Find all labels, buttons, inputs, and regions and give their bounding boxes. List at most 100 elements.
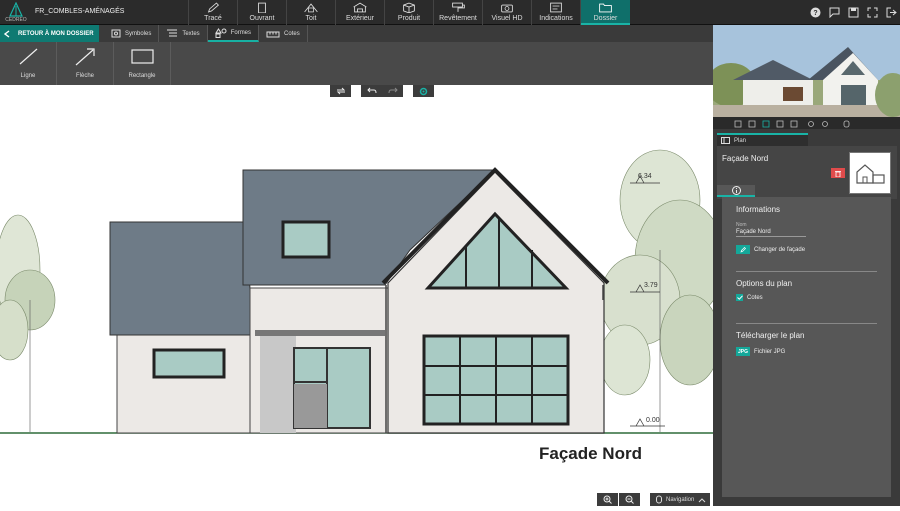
tool-fleche[interactable]: Flèche [57,42,114,85]
box-icon [403,2,415,13]
zoom-in-button[interactable] [597,493,618,506]
plan-icon [721,137,730,144]
preview-toolbar [713,117,900,129]
paint-roller-icon [452,2,465,12]
roof-icon [304,3,318,13]
zoom-out-icon [625,495,634,504]
line-icon [19,48,38,65]
undo-icon [366,87,376,94]
options-title: Options du plan [736,279,793,288]
name-label: Nom [736,222,747,228]
undo-button[interactable] [361,85,382,97]
pencil-icon [207,2,220,13]
divider [736,323,877,324]
menu-item-produit[interactable]: Produit [384,0,433,25]
tree-right [599,149,726,432]
drawing-canvas[interactable]: 6.34 3.79 0.00 [0,85,726,506]
ruler-icon [266,31,280,37]
zoom-out-button[interactable] [619,493,640,506]
zoom-controls [597,493,640,506]
level-label-top: 6.34 [638,173,652,180]
help-icon[interactable]: ? [806,4,824,22]
download-title: Télécharger le plan [736,331,805,340]
back-to-folder-button[interactable]: RETOUR À MON DOSSIER [0,25,99,42]
chevron-up-icon [699,497,706,502]
menu-item-indications[interactable]: Indications [531,0,580,25]
menu-item-dossier[interactable]: Dossier [580,0,630,25]
jpg-file-icon: JPG [736,347,750,356]
checkbox-checked-icon [736,294,743,301]
level-label-middle: 3.79 [644,282,658,289]
cotes-checkbox[interactable]: Cotes [736,294,763,301]
chat-icon[interactable] [825,4,843,22]
fence-icon [353,2,367,13]
edit-icon [736,245,750,254]
right-panel: Plan Façade Nord Informations Nom Façade… [713,25,900,506]
tab-symboles[interactable]: Symboles [104,25,160,42]
tab-plan[interactable]: Plan [717,133,808,146]
info-icon [731,185,741,195]
menu-item-ouvrant[interactable]: Ouvrant [237,0,286,25]
indications-icon [550,2,562,13]
zoom-in-icon [603,495,612,504]
arrow-icon [75,48,95,66]
house-outline-icon [856,164,885,184]
tab-formes[interactable]: Formes [207,25,260,42]
3d-preview[interactable] [713,25,900,117]
mouse-icon [656,495,662,504]
text-icon [167,29,178,37]
delete-plan-button[interactable] [831,168,845,178]
plan-info-panel: Informations Nom Façade Nord Changer de … [722,197,891,497]
informations-title: Informations [736,205,781,214]
plan-name-field[interactable]: Façade Nord [736,229,806,237]
swap-button[interactable] [330,85,351,97]
swap-icon [336,87,345,95]
cedreo-logo[interactable]: CEDREO [2,1,30,24]
shape-tools: Ligne Flèche Rectangle [0,42,713,85]
symbols-icon [111,29,121,38]
left-wing [109,221,254,434]
download-jpg-button[interactable]: JPG Fichier JPG [736,347,785,356]
preview-controls[interactable] [713,118,900,130]
redo-button[interactable] [382,85,403,97]
folder-icon [599,3,612,13]
logo-text: CEDREO [5,17,27,23]
plan-thumbnail[interactable] [849,152,891,194]
gear-icon [419,87,428,95]
settings-button[interactable] [413,85,434,97]
tool-ligne[interactable]: Ligne [0,42,57,85]
project-name: FR_COMBLES-AMÉNAGÉS [35,8,125,15]
rectangle-icon [131,49,154,64]
tree-left [0,214,56,432]
plan-name: Façade Nord [722,154,769,163]
menu-item-trace[interactable]: Tracé [188,0,237,25]
menu-item-visuel-hd[interactable]: Visuel HD [482,0,531,25]
change-facade-button[interactable]: Changer de façade [736,245,805,254]
navigation-button[interactable]: Navigation [650,493,710,506]
facade-title[interactable]: Façade Nord [539,444,642,464]
trash-icon [835,170,841,177]
chevron-left-icon [4,29,10,38]
tool-rectangle[interactable]: Rectangle [114,42,171,85]
divider [736,271,877,272]
fullscreen-icon[interactable] [863,4,881,22]
level-label-ground: 0.00 [646,417,660,424]
camera-icon [501,4,513,13]
svg-text:?: ? [813,10,817,17]
redo-icon [388,87,398,94]
house-3d-render [713,25,900,117]
door-icon [258,2,266,13]
tab-cotes[interactable]: Cotes [259,25,308,42]
shapes-icon [214,27,227,38]
main-menu: Tracé Ouvrant Toit Extérieur Produit Rev… [188,0,630,25]
save-icon[interactable] [844,4,862,22]
logout-icon[interactable] [882,4,900,22]
menu-item-exterieur[interactable]: Extérieur [335,0,384,25]
tab-textes[interactable]: Textes [159,25,208,42]
menu-item-revetement[interactable]: Revêtement [433,0,482,25]
canvas-float-actions [330,85,434,97]
facade-drawing: 6.34 3.79 0.00 [0,149,726,434]
top-bar: CEDREO FR_COMBLES-AMÉNAGÉS Tracé Ouvrant… [0,0,900,25]
tab-informations[interactable] [717,185,755,197]
menu-item-toit[interactable]: Toit [286,0,335,25]
